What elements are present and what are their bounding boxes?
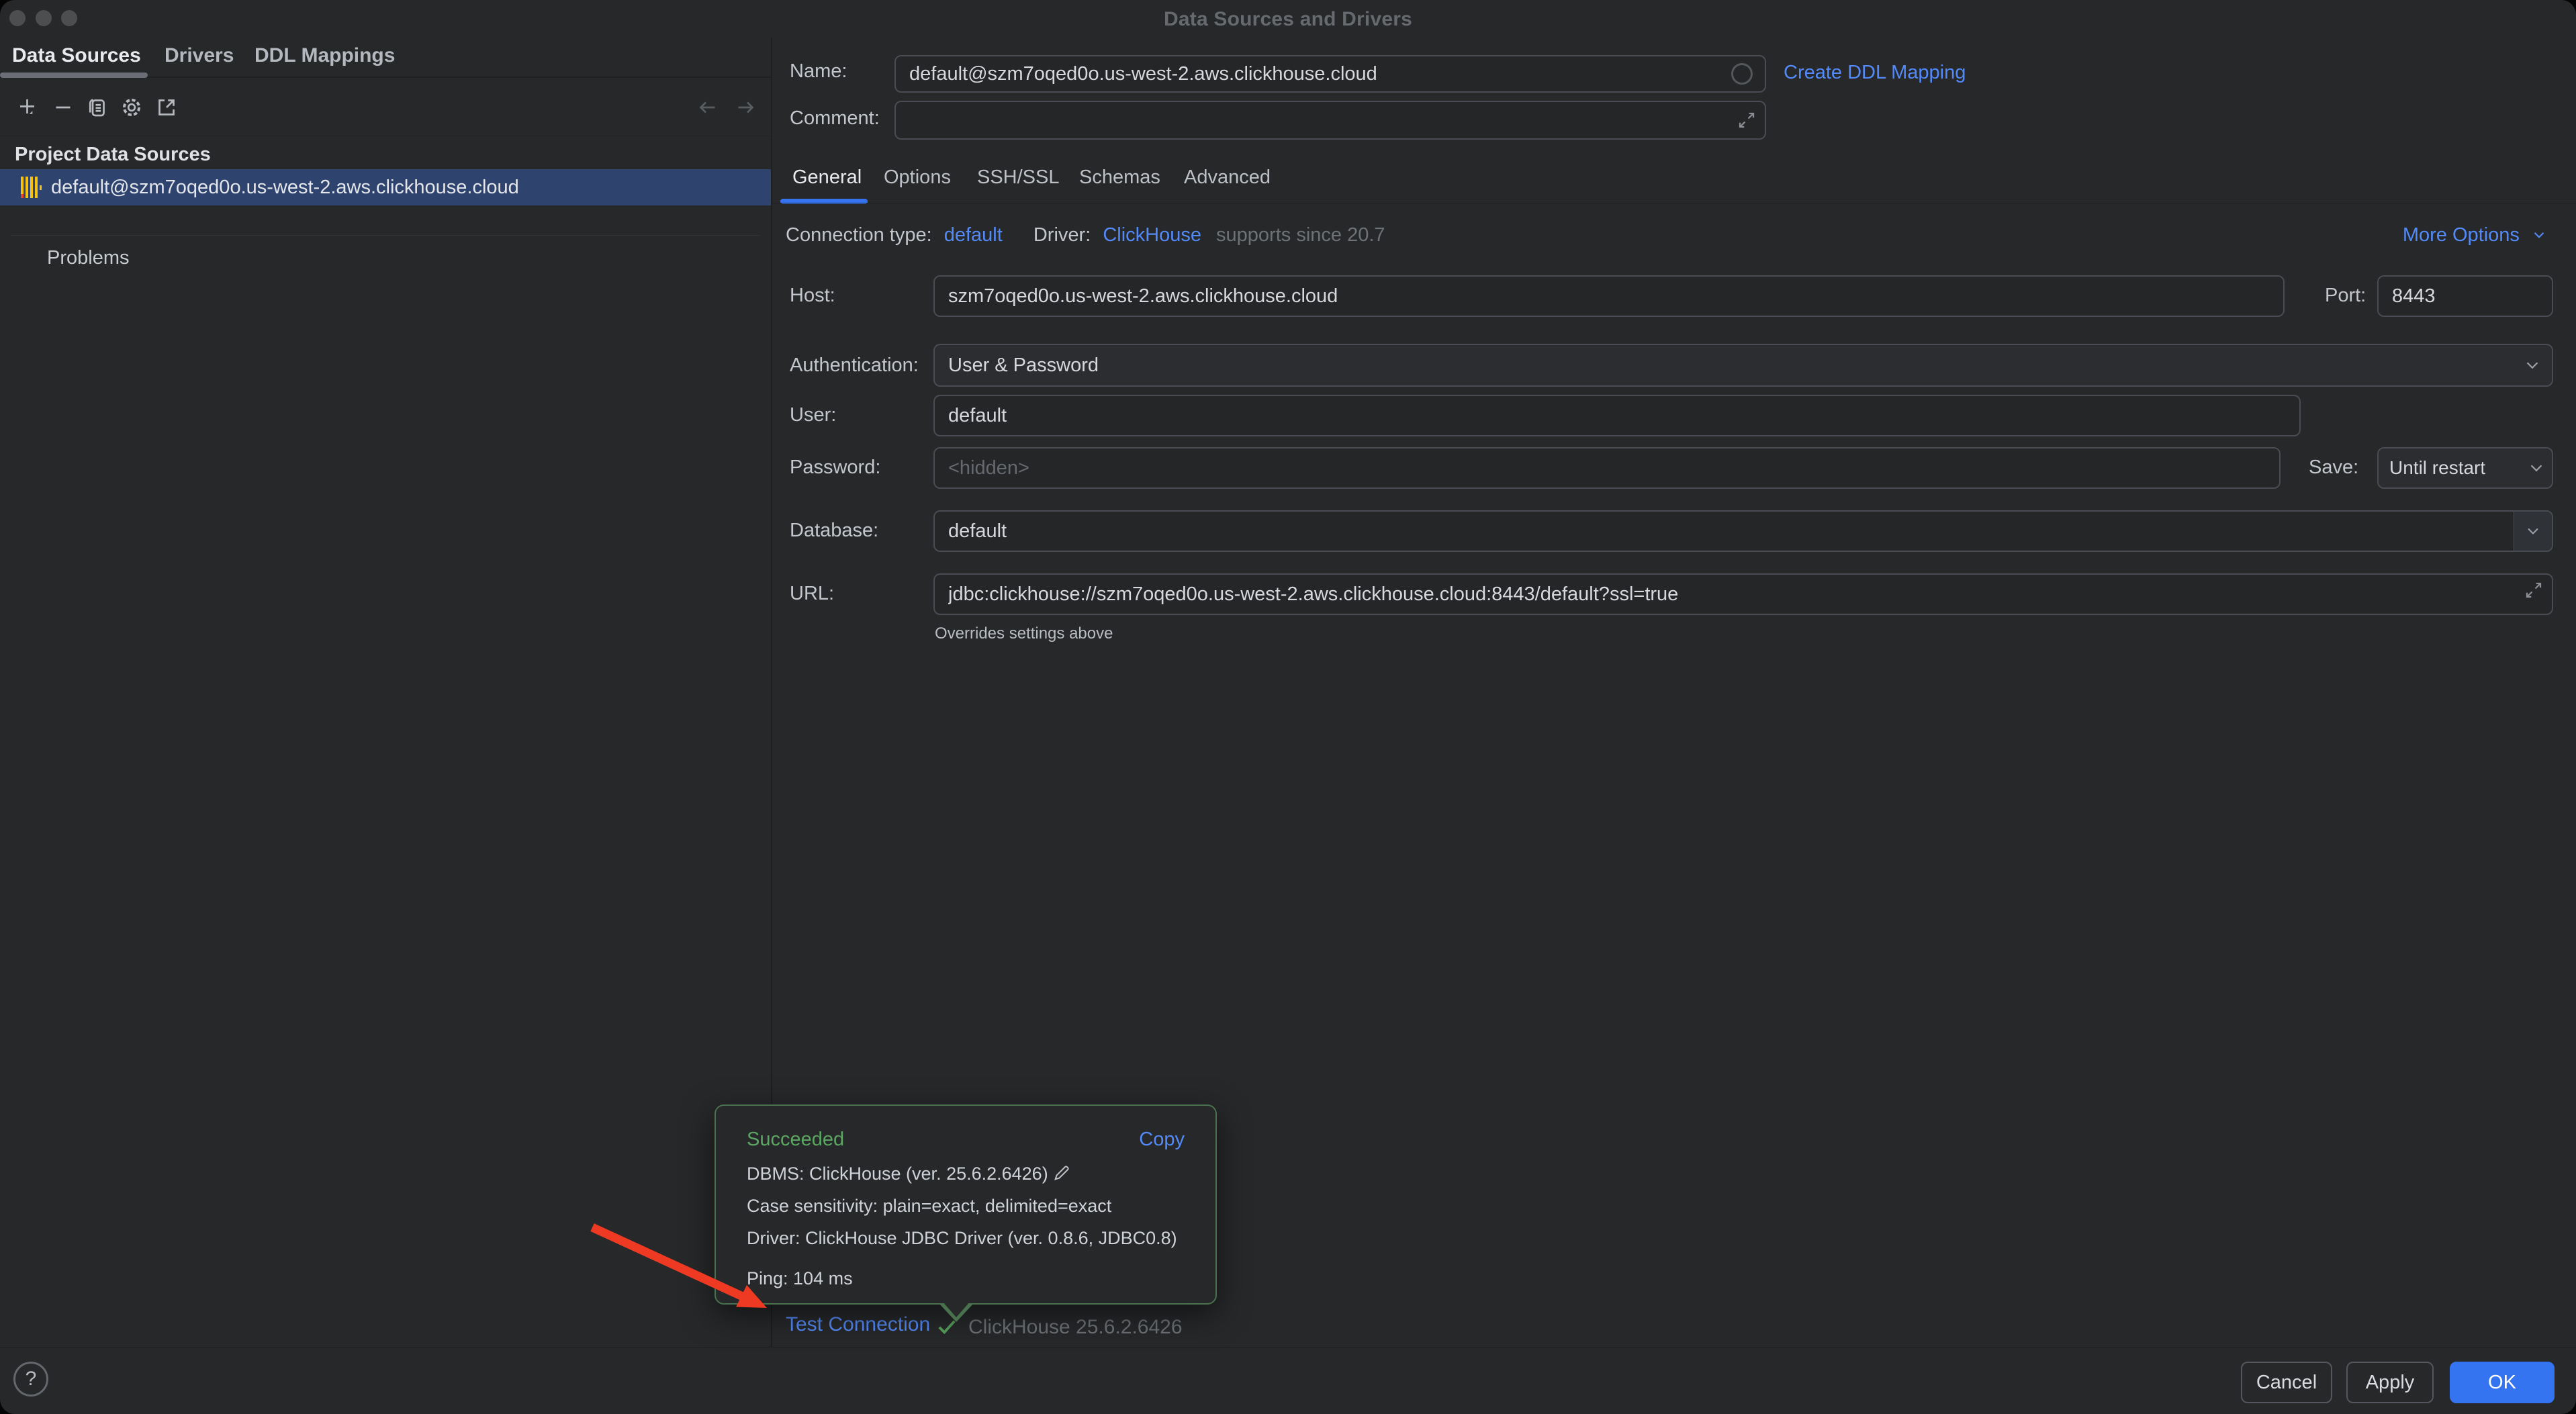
chevron-down-icon xyxy=(2524,522,2542,540)
left-toolbar xyxy=(0,78,771,136)
problems-section[interactable]: Problems xyxy=(47,247,130,269)
add-data-source-icon[interactable] xyxy=(16,95,40,120)
data-source-list-item[interactable]: default@szm7oqed0o.us-west-2.aws.clickho… xyxy=(0,169,771,205)
host-input[interactable] xyxy=(935,277,2283,316)
dialog-footer: ? Cancel Apply OK xyxy=(0,1347,2576,1414)
connection-status-text: ClickHouse 25.6.2.6426 xyxy=(968,1316,1183,1339)
popup-pointer-fill xyxy=(942,1301,970,1317)
tab-general[interactable]: General xyxy=(792,167,862,189)
tab-schemas[interactable]: Schemas xyxy=(1079,167,1160,189)
connection-type-link[interactable]: default xyxy=(944,224,1003,246)
open-in-new-icon[interactable] xyxy=(154,95,179,120)
port-label: Port: xyxy=(2325,285,2366,307)
user-label: User: xyxy=(790,404,836,426)
connection-summary: Connection type: default Driver: ClickHo… xyxy=(786,224,1385,246)
driver-label: Driver: xyxy=(1033,224,1091,246)
popup-driver-line: Driver: ClickHouse JDBC Driver (ver. 0.8… xyxy=(747,1228,1177,1249)
more-options-link[interactable]: More Options xyxy=(2403,224,2520,246)
user-input[interactable] xyxy=(935,396,2299,435)
database-label: Database: xyxy=(790,520,878,542)
popup-dbms-line: DBMS: ClickHouse (ver. 25.6.2.6426) xyxy=(747,1164,1071,1184)
popup-status: Succeeded xyxy=(747,1129,844,1151)
data-source-name: default@szm7oqed0o.us-west-2.aws.clickho… xyxy=(51,177,519,199)
driver-link[interactable]: ClickHouse xyxy=(1103,224,1201,246)
password-input[interactable] xyxy=(935,449,2279,487)
active-tab-underline xyxy=(0,73,148,78)
expand-icon[interactable] xyxy=(2524,580,2544,600)
data-sources-dialog: Data Sources and Drivers Data Sources Dr… xyxy=(0,0,2576,1414)
authentication-select[interactable]: User & Password xyxy=(933,344,2553,387)
popup-case-line: Case sensitivity: plain=exact, delimited… xyxy=(747,1196,1111,1217)
tab-ddl-mappings[interactable]: DDL Mappings xyxy=(255,44,395,67)
url-input[interactable] xyxy=(935,575,2552,614)
user-field-box xyxy=(933,395,2301,436)
edit-pencil-icon[interactable] xyxy=(1052,1164,1071,1182)
save-select[interactable]: Until restart xyxy=(2377,447,2553,489)
url-label: URL: xyxy=(790,583,834,605)
forward-arrow-icon[interactable] xyxy=(733,95,757,120)
title-bar: Data Sources and Drivers xyxy=(0,0,2576,38)
tab-data-sources[interactable]: Data Sources xyxy=(12,44,141,67)
chevron-down-icon xyxy=(2522,355,2542,375)
connection-type-label: Connection type: xyxy=(786,224,932,246)
loading-circle-icon xyxy=(1731,63,1753,85)
project-data-sources-header: Project Data Sources xyxy=(15,144,211,166)
url-note: Overrides settings above xyxy=(935,624,1113,643)
annotation-arrow xyxy=(571,1202,799,1336)
test-connection-link[interactable]: Test Connection xyxy=(786,1313,930,1336)
comment-label: Comment: xyxy=(790,107,880,130)
tab-ssh-ssl[interactable]: SSH/SSL xyxy=(977,167,1060,189)
host-field-box xyxy=(933,275,2285,317)
save-label: Save: xyxy=(2309,457,2358,479)
ok-button[interactable]: OK xyxy=(2450,1362,2555,1403)
apply-button[interactable]: Apply xyxy=(2346,1362,2434,1403)
password-field-box xyxy=(933,447,2281,489)
name-label: Name: xyxy=(790,60,847,83)
list-divider xyxy=(11,235,760,236)
port-field-box xyxy=(2377,275,2553,317)
cancel-button[interactable]: Cancel xyxy=(2241,1362,2332,1403)
password-label: Password: xyxy=(790,457,880,479)
left-panel: Data Sources Drivers DDL Mappings xyxy=(0,38,771,1348)
tab-advanced[interactable]: Advanced xyxy=(1184,167,1271,189)
authentication-label: Authentication: xyxy=(790,355,919,377)
remove-data-source-icon[interactable] xyxy=(51,95,75,120)
host-label: Host: xyxy=(790,285,835,307)
tab-options[interactable]: Options xyxy=(884,167,951,189)
url-field-box xyxy=(933,573,2553,615)
chevron-down-icon xyxy=(2526,458,2546,478)
left-tab-bar: Data Sources Drivers DDL Mappings xyxy=(0,38,771,78)
comment-field-box xyxy=(894,101,1766,140)
name-field-box xyxy=(894,55,1766,93)
create-ddl-mapping-link[interactable]: Create DDL Mapping xyxy=(1784,62,1966,84)
help-button[interactable]: ? xyxy=(13,1362,48,1397)
back-arrow-icon[interactable] xyxy=(696,95,720,120)
copy-link[interactable]: Copy xyxy=(1139,1129,1185,1151)
chevron-down-icon xyxy=(2530,226,2548,244)
tab-drivers[interactable]: Drivers xyxy=(165,44,234,67)
port-input[interactable] xyxy=(2379,277,2552,316)
gear-icon[interactable] xyxy=(120,95,144,120)
clickhouse-icon xyxy=(20,176,42,199)
comment-input[interactable] xyxy=(896,102,1765,138)
duplicate-icon[interactable] xyxy=(85,95,109,120)
database-combo[interactable] xyxy=(933,510,2553,552)
database-input[interactable] xyxy=(935,512,2552,551)
name-input[interactable] xyxy=(896,56,1765,91)
save-value: Until restart xyxy=(2389,457,2526,479)
database-dropdown-button[interactable] xyxy=(2514,512,2552,551)
driver-note: supports since 20.7 xyxy=(1216,224,1385,246)
more-options[interactable]: More Options xyxy=(2403,224,2548,246)
authentication-value: User & Password xyxy=(948,355,2522,377)
window-title: Data Sources and Drivers xyxy=(0,8,2576,31)
expand-icon[interactable] xyxy=(1737,110,1757,130)
